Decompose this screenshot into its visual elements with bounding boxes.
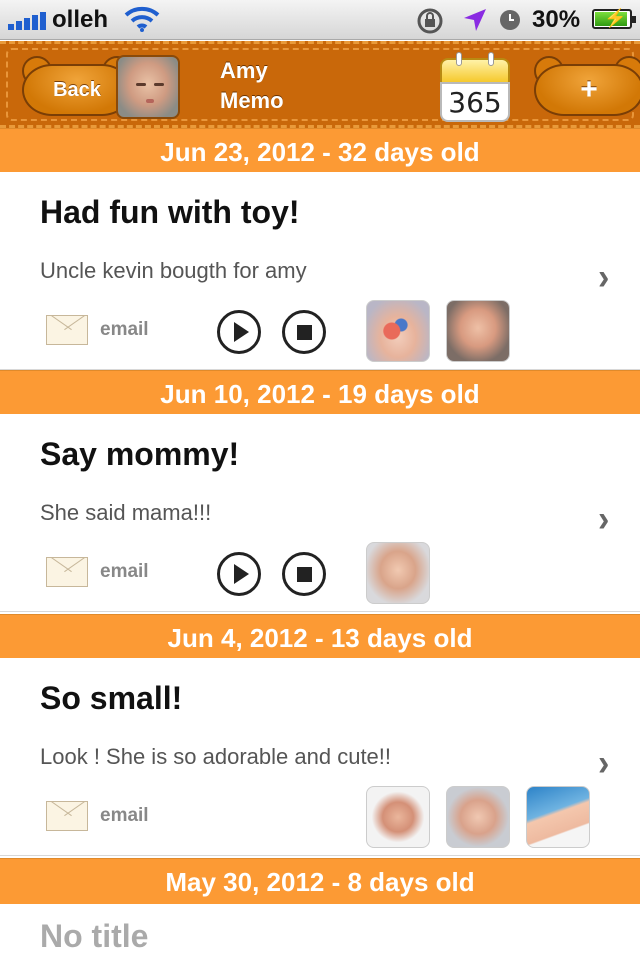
email-button[interactable]: email [46,801,149,831]
section-header: Jun 4, 2012 - 13 days old [0,614,640,660]
calendar-365-button[interactable]: 365 [440,52,510,122]
carrier-name: olleh [52,6,109,33]
memo-row[interactable]: Had fun with toy! Uncle kevin bougth for… [0,172,640,370]
memo-title: Say mommy! [40,436,240,472]
memo-row[interactable]: Say mommy! She said mama!!! › email [0,414,640,612]
email-label: email [100,561,149,582]
chevron-right-icon: › [598,256,610,298]
email-label: email [100,319,149,340]
battery-charging-icon: ⚡ [592,8,636,29]
status-bar: olleh 30% ⚡ [0,0,640,40]
play-icon [233,564,249,584]
memo-subtitle: Look ! She is so adorable and cute!! [40,744,392,769]
stop-icon [296,566,312,582]
alarm-icon [498,8,522,39]
page-title: Amy Memo [220,56,284,116]
photo-thumbnail[interactable] [446,786,510,848]
battery-percent: 30% [532,6,581,33]
photo-thumbnail[interactable] [526,786,590,848]
baby-avatar[interactable] [116,55,180,119]
location-icon [462,7,488,40]
envelope-icon [46,801,88,831]
title-line-1: Amy [220,58,268,83]
title-line-2: Memo [220,88,284,113]
signal-icon [8,12,46,30]
memo-title-placeholder[interactable]: No title [40,918,148,955]
stop-button[interactable] [282,552,326,596]
email-button[interactable]: email [46,557,149,587]
email-label: email [100,805,149,826]
section-header: Jun 23, 2012 - 32 days old [0,128,640,174]
memo-subtitle: Uncle kevin bougth for amy [40,258,307,283]
play-button[interactable] [217,552,261,596]
memo-row[interactable]: So small! Look ! She is so adorable and … [0,658,640,856]
rotation-lock-icon [415,6,445,43]
plus-icon: + [534,64,640,116]
play-icon [233,322,249,342]
wifi-icon [124,6,160,39]
section-header: May 30, 2012 - 8 days old [0,858,640,904]
calendar-icon [440,58,510,84]
add-memo-button[interactable]: + [534,56,640,116]
section-header: Jun 10, 2012 - 19 days old [0,370,640,416]
photo-thumbnail[interactable] [446,300,510,362]
memo-title: So small! [40,680,183,716]
memo-title: Had fun with toy! [40,194,300,230]
email-button[interactable]: email [46,315,149,345]
envelope-icon [46,315,88,345]
chevron-right-icon: › [598,498,610,540]
stop-button[interactable] [282,310,326,354]
memo-subtitle: She said mama!!! [40,500,212,525]
stop-icon [296,324,312,340]
photo-thumbnail[interactable] [366,542,430,604]
chevron-right-icon: › [598,742,610,784]
envelope-icon [46,557,88,587]
calendar-label: 365 [440,82,510,122]
photo-thumbnail[interactable] [366,300,430,362]
photo-thumbnail[interactable] [366,786,430,848]
nav-bar: Back Amy Memo 365 + [0,41,640,128]
play-button[interactable] [217,310,261,354]
